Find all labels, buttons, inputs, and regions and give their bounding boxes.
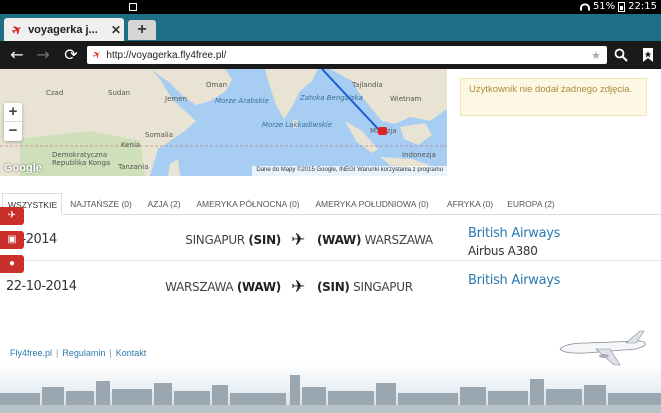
plane-favicon-icon: ✈ (9, 20, 25, 39)
notification-icon (128, 3, 137, 11)
airplane-icon: ✈ (291, 277, 306, 297)
flights-side-button[interactable]: ✈ (0, 207, 24, 225)
zoom-in-button[interactable]: + (4, 103, 22, 122)
zoom-out-button[interactable]: − (4, 122, 22, 141)
airplane-icon: ✈ (291, 230, 306, 250)
airline-link[interactable]: British Airways (468, 226, 560, 241)
footer-link-terms[interactable]: Regulamin (62, 348, 105, 358)
no-photos-notice: Użytkownik nie dodał żadnego zdjęcia. (460, 78, 647, 116)
origin-code: (SIN) (248, 233, 281, 247)
bookmark-star-icon[interactable]: ★ (591, 49, 607, 62)
tab-north-america[interactable]: AMERYKA PÓŁNOCNA (0) (194, 193, 302, 215)
browser-tab[interactable]: ✈ voyagerka j... ✕ (4, 18, 124, 41)
url-text[interactable]: http://voyagerka.fly4free.pl/ (106, 50, 591, 61)
destination-city: WARSZAWA (364, 233, 433, 247)
tab-asia[interactable]: AZJA (2) (143, 193, 185, 215)
new-tab-button[interactable]: + (128, 20, 156, 40)
footer-link-contact[interactable]: Kontakt (116, 348, 147, 358)
footer-link-fly4free[interactable]: Fly4free.pl (10, 348, 52, 358)
reload-icon[interactable]: ⟳ (60, 44, 82, 66)
location-pin-icon[interactable] (378, 127, 387, 135)
map-label-bay-of-bengal: Zatoka Bengalska (300, 94, 363, 102)
footer-links: Fly4free.pl | Regulamin | Kontakt (10, 348, 147, 358)
battery-level: 51% (592, 1, 616, 12)
clock: 22:15 (628, 1, 657, 12)
wifi-icon (579, 2, 590, 11)
map-label-arabian-sea: Morze Arabskie (215, 97, 269, 105)
tab-close-icon[interactable]: ✕ (108, 23, 124, 37)
map-attribution[interactable]: Dane do Mapy ©2015 Google, INEGI Warunki… (252, 166, 447, 176)
map-label-yemen: Jemen (165, 95, 187, 103)
google-logo: Google (4, 162, 42, 174)
search-icon[interactable] (610, 44, 632, 66)
photos-side-button[interactable]: ▣ (0, 231, 24, 249)
flight-destination: (SIN) SINGAPUR (317, 280, 413, 294)
browser-toolbar: ← → ⟳ ✈ http://voyagerka.fly4free.pl/ ★ (0, 41, 661, 69)
bookmarks-icon[interactable] (637, 44, 659, 66)
status-bar: 51% 22:15 (0, 0, 661, 14)
tab-south-america[interactable]: AMERYKA POŁUDNIOWA (0) (312, 193, 432, 215)
site-favicon-icon: ✈ (90, 48, 104, 62)
destination-city: SINGAPUR (353, 280, 413, 294)
region-filter-tabs: WSZYSTKIE NAJTAŃSZE (0) AZJA (2) AMERYKA… (0, 193, 661, 215)
destination-code: (WAW) (317, 233, 362, 247)
aircraft-type: Airbus A380 (468, 244, 538, 258)
map-label-somalia: Somalia (145, 131, 174, 139)
flight-origin: SINGAPUR (SIN) (185, 233, 281, 247)
airline-link[interactable]: British Airways (468, 273, 560, 288)
tab-africa[interactable]: AFRYKA (0) (442, 193, 498, 215)
map-label-chad: Czad (46, 89, 64, 97)
battery-icon (618, 1, 626, 12)
address-bar[interactable]: ✈ http://voyagerka.fly4free.pl/ ★ (87, 46, 607, 64)
flight-origin: WARSZAWA (WAW) (165, 280, 281, 294)
map-label-indonesia: Indonezja (402, 151, 436, 159)
globe-side-button[interactable]: ● (0, 255, 24, 273)
map-label-thailand: Tajlandia (352, 81, 383, 89)
tab-cheapest[interactable]: NAJTAŃSZE (0) (68, 193, 134, 215)
city-skyline-illustration (0, 375, 661, 413)
flight-row[interactable]: 22-10-2014 WARSZAWA (WAW) ✈ (SIN) SINGAP… (0, 266, 661, 308)
airplane-illustration (559, 330, 646, 366)
flight-row[interactable]: 11-2014 SINGAPUR (SIN) ✈ (WAW) WARSZAWA … (0, 219, 661, 261)
flight-destination: (WAW) WARSZAWA (317, 233, 433, 247)
tab-europe[interactable]: EUROPA (2) (505, 193, 557, 215)
tab-strip: ✈ voyagerka j... ✕ + (0, 14, 661, 41)
destination-code: (SIN) (317, 280, 350, 294)
back-arrow-icon[interactable]: ← (6, 44, 28, 66)
map-label-sudan: Sudan (108, 89, 131, 97)
zoom-control: + − (4, 103, 22, 141)
route-map[interactable]: Czad Sudan Jemen Oman Somalia Kenia Demo… (0, 69, 447, 176)
tab-title: voyagerka j... (28, 23, 98, 36)
map-label-oman: Oman (206, 81, 228, 89)
map-label-kenya: Kenia (121, 141, 141, 149)
forward-arrow-icon[interactable]: → (32, 44, 54, 66)
map-label-laccadive-sea: Morze Lakkadiwskie (262, 121, 333, 129)
flight-date: 22-10-2014 (6, 279, 77, 294)
page-footer: Fly4free.pl | Regulamin | Kontakt (0, 305, 661, 413)
origin-code: (WAW) (236, 280, 281, 294)
map-label-tanzania: Tanzania (118, 163, 149, 171)
map-label-drc: Demokratyczna Republika Konga (52, 151, 111, 167)
origin-city: SINGAPUR (185, 233, 245, 247)
map-label-vietnam: Wietnam (390, 95, 422, 103)
origin-city: WARSZAWA (165, 280, 234, 294)
